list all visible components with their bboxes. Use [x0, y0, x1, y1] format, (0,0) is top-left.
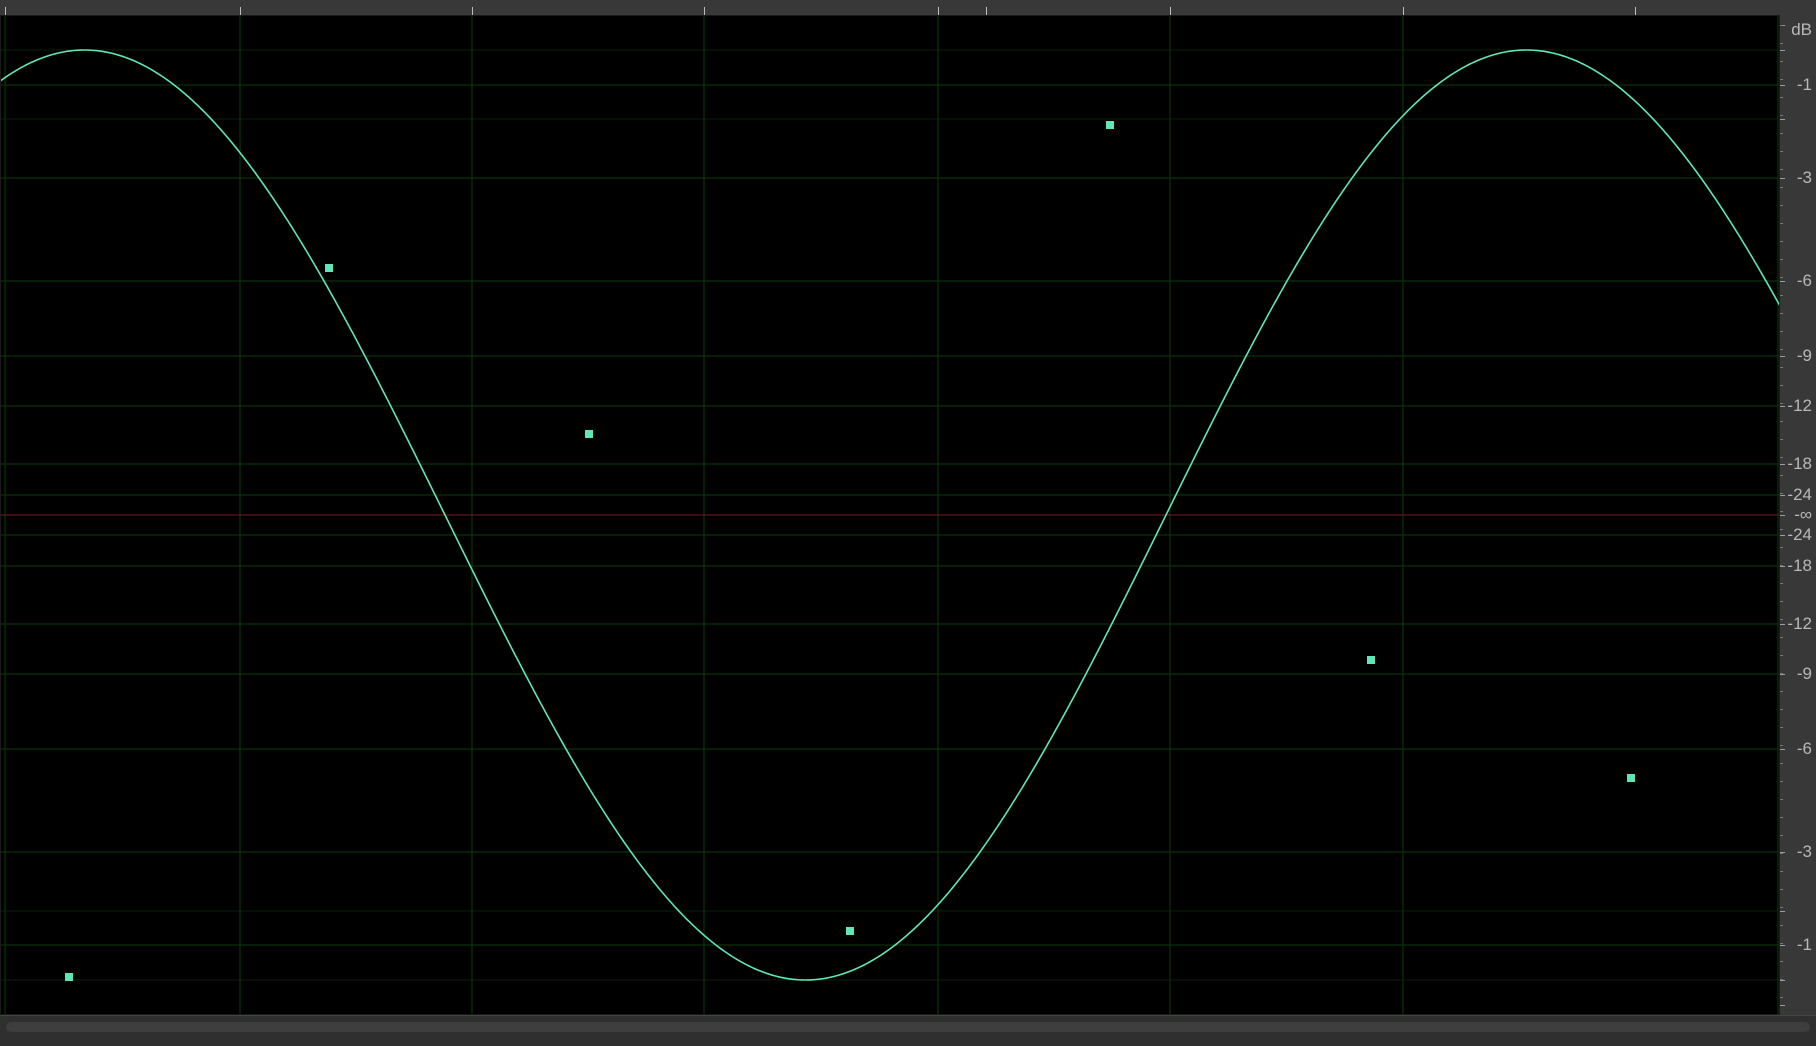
bottom-bar [0, 1015, 1816, 1046]
db-label: -1 [1797, 936, 1812, 953]
db-label: -6 [1797, 272, 1812, 289]
db-label: -9 [1797, 665, 1812, 682]
db-label: -9 [1797, 347, 1812, 364]
amplitude-unit-label: dB [1791, 21, 1812, 38]
db-label: -3 [1797, 169, 1812, 186]
db-label: -12 [1787, 397, 1812, 414]
db-label: -24 [1787, 486, 1812, 503]
horizontal-scrollbar[interactable] [6, 1022, 1810, 1032]
amplitude-ruler[interactable]: dB -1 -3 -6 -9 -12 -18 -24 -∞ -24 -18 -12 -9 -6 -3 -1 [1780, 15, 1816, 1015]
db-label: -3 [1797, 843, 1812, 860]
db-label: -∞ [1794, 506, 1812, 523]
time-ruler[interactable] [0, 0, 1816, 16]
db-label: -24 [1787, 526, 1812, 543]
waveform-plot[interactable] [0, 15, 1780, 1015]
db-label: -1 [1797, 76, 1812, 93]
db-label: -18 [1787, 557, 1812, 574]
waveform-svg [0, 15, 1780, 1015]
db-label: -18 [1787, 455, 1812, 472]
db-label: -12 [1787, 615, 1812, 632]
db-label: -6 [1797, 740, 1812, 757]
